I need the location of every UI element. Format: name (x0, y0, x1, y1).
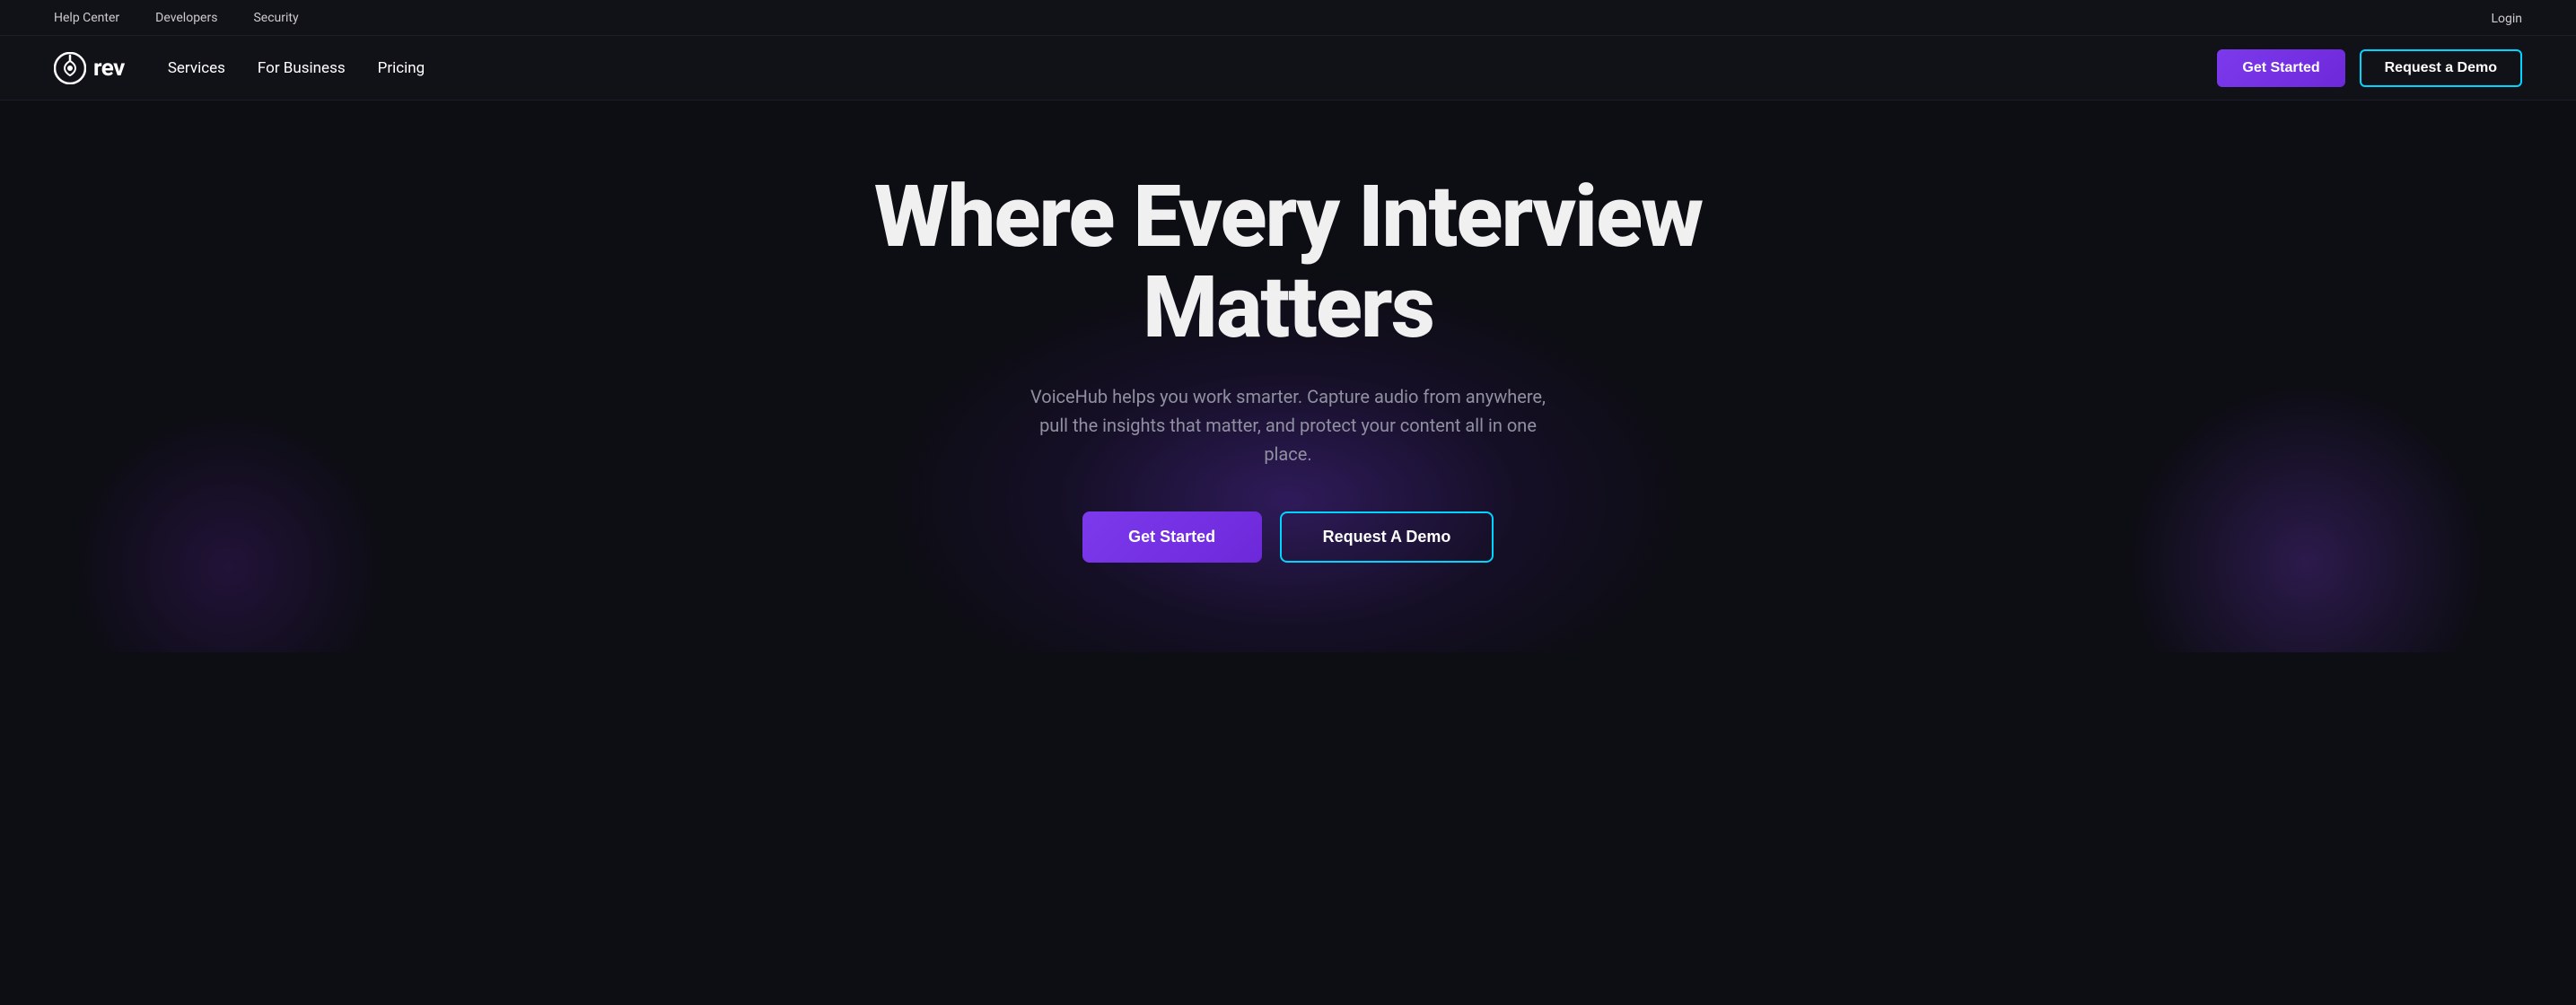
nav-get-started-button[interactable]: Get Started (2217, 49, 2344, 87)
security-link[interactable]: Security (253, 11, 298, 25)
nav-right: Get Started Request a Demo (2217, 49, 2522, 87)
nav-links: Services For Business Pricing (168, 59, 425, 77)
hero-get-started-button[interactable]: Get Started (1082, 511, 1262, 563)
nav-request-demo-button[interactable]: Request a Demo (2360, 49, 2522, 87)
hero-subtitle: VoiceHub helps you work smarter. Capture… (1019, 382, 1557, 468)
logo[interactable]: rev (54, 52, 125, 84)
nav-pricing-link[interactable]: Pricing (378, 59, 425, 77)
main-nav: rev Services For Business Pricing Get St… (0, 36, 2576, 100)
top-bar-right: Login (2491, 9, 2522, 26)
nav-left: rev Services For Business Pricing (54, 52, 425, 84)
top-bar-links: Help Center Developers Security (54, 11, 299, 25)
hero-bg-blob-left (72, 410, 386, 652)
hero-section: Where Every Interview Matters VoiceHub h… (0, 100, 2576, 652)
nav-for-business-link[interactable]: For Business (258, 59, 346, 77)
hero-title: Where Every Interview Matters (839, 172, 1737, 354)
nav-services-link[interactable]: Services (168, 59, 225, 77)
logo-text: rev (93, 55, 125, 82)
rev-logo-icon (54, 52, 86, 84)
top-bar: Help Center Developers Security Login (0, 0, 2576, 36)
developers-link[interactable]: Developers (155, 11, 217, 25)
hero-request-demo-button[interactable]: Request A Demo (1280, 511, 1494, 563)
hero-buttons: Get Started Request A Demo (839, 511, 1737, 563)
hero-content: Where Every Interview Matters VoiceHub h… (839, 172, 1737, 563)
login-link[interactable]: Login (2491, 12, 2522, 26)
help-center-link[interactable]: Help Center (54, 11, 119, 25)
